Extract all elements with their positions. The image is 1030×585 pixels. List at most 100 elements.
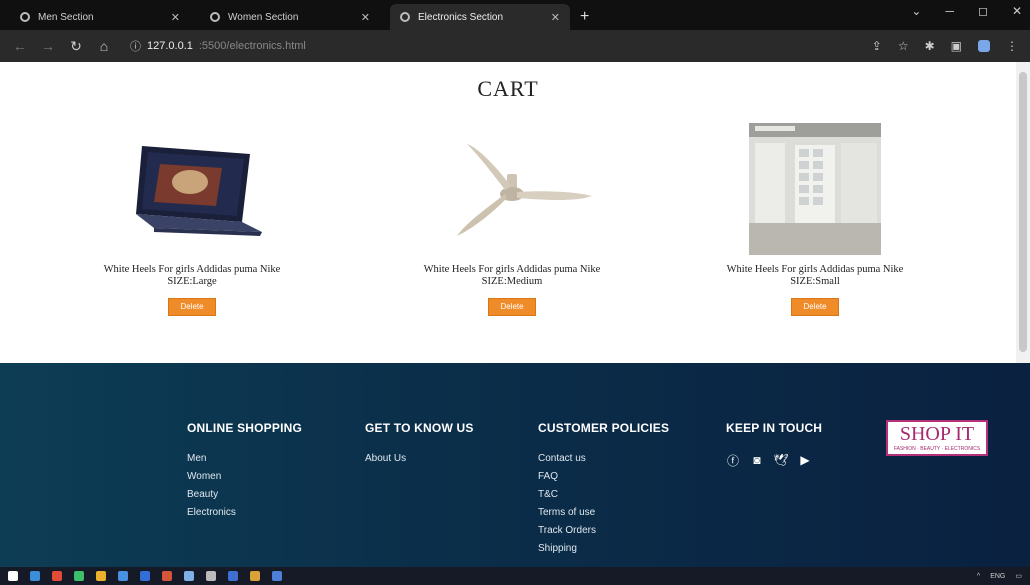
product-image-ceiling-fan: [397, 120, 627, 258]
info-icon[interactable]: ⓘ: [130, 38, 141, 54]
footer-link-faq[interactable]: FAQ: [538, 471, 669, 482]
edge-icon[interactable]: [118, 571, 128, 581]
facebook-icon[interactable]: ⓕ: [726, 453, 740, 468]
url-field[interactable]: ⓘ 127.0.0.1 :5500/electronics.html: [130, 38, 306, 54]
office-icon[interactable]: [162, 571, 172, 581]
page-title: CART: [477, 76, 539, 101]
close-tab-icon[interactable]: ✕: [171, 11, 180, 24]
product-description: White Heels For girls Addidas puma Nike: [103, 264, 281, 275]
bookmark-star-icon[interactable]: ☆: [898, 39, 909, 53]
forward-icon[interactable]: →: [40, 38, 56, 54]
footer-heading: KEEP IN TOUCH: [726, 421, 823, 435]
delete-button[interactable]: Delete: [168, 298, 216, 316]
delete-button[interactable]: Delete: [488, 298, 536, 316]
url-path: :5500/electronics.html: [198, 40, 306, 52]
url-host: 127.0.0.1: [147, 40, 193, 52]
minimize-button[interactable]: ─: [945, 4, 954, 18]
footer-link-women[interactable]: Women: [187, 471, 302, 482]
share-icon[interactable]: ⇪: [872, 39, 882, 53]
browser-tabbar: Men Section ✕ Women Section ✕ Electronic…: [0, 0, 1030, 30]
tab-label: Electronics Section: [418, 11, 504, 23]
social-icons: ⓕ ◙ 🕊 ▶: [726, 453, 822, 468]
shop-it-logo[interactable]: SHOP IT FASHION · BEAUTY · ELECTRONICS: [886, 420, 988, 456]
footer-online-shopping: ONLINE SHOPPING Men Women Beauty Electro…: [187, 421, 302, 525]
instagram-icon[interactable]: ◙: [750, 453, 764, 467]
delete-button[interactable]: Delete: [791, 298, 839, 316]
product-size: SIZE:Medium: [481, 276, 543, 287]
footer-customer-policies: CUSTOMER POLICIES Contact us FAQ T&C Ter…: [538, 421, 669, 561]
app-icon[interactable]: [228, 571, 238, 581]
cart-item: White Heels For girls Addidas puma Nike …: [700, 120, 930, 316]
product-image-room: [700, 120, 930, 258]
product-size: SIZE:Large: [167, 276, 217, 287]
footer-get-to-know: GET TO KNOW US About Us: [365, 421, 474, 471]
cart-item: White Heels For girls Addidas puma Nike …: [397, 120, 627, 316]
footer-heading: GET TO KNOW US: [365, 421, 474, 435]
globe-icon: [210, 12, 220, 22]
app-icon[interactable]: [250, 571, 260, 581]
os-taskbar: ^ ENG ▭: [0, 567, 1030, 585]
extensions-icon[interactable]: ✱: [925, 39, 935, 53]
site-footer: ONLINE SHOPPING Men Women Beauty Electro…: [0, 363, 1030, 567]
cart-page: CART White Heels For girls Addidas puma …: [0, 62, 1016, 363]
close-window-button[interactable]: ✕: [1012, 4, 1022, 18]
footer-link-men[interactable]: Men: [187, 453, 302, 464]
footer-link-track-orders[interactable]: Track Orders: [538, 525, 669, 536]
product-description: White Heels For girls Addidas puma Nike: [423, 264, 601, 275]
toolbar-icons: ⇪ ☆ ✱ ▣ ⋮: [872, 39, 1018, 53]
footer-link-shipping[interactable]: Shipping: [538, 543, 669, 554]
system-tray: ^ ENG ▭: [977, 572, 1022, 581]
window-controls: ⌄ ─ ◻ ✕: [911, 4, 1022, 18]
tab-men-section[interactable]: Men Section ✕: [10, 4, 190, 30]
logo-text: SHOP IT: [899, 423, 975, 445]
language-indicator[interactable]: ENG: [990, 573, 1005, 580]
maximize-button[interactable]: ◻: [978, 4, 988, 18]
search-icon[interactable]: [30, 571, 40, 581]
youtube-icon[interactable]: ▶: [798, 453, 812, 467]
new-tab-button[interactable]: +: [570, 4, 599, 30]
chevron-down-icon[interactable]: ⌄: [911, 4, 921, 18]
close-tab-icon[interactable]: ✕: [361, 11, 370, 24]
profile-avatar-icon[interactable]: [978, 40, 990, 52]
footer-link-tc[interactable]: T&C: [538, 489, 669, 500]
product-description: White Heels For girls Addidas puma Nike: [726, 264, 904, 275]
logo-subtext: FASHION · BEAUTY · ELECTRONICS: [893, 446, 981, 452]
page-scrollbar[interactable]: [1016, 62, 1030, 363]
reload-icon[interactable]: ↻: [68, 38, 84, 55]
footer-link-contact[interactable]: Contact us: [538, 453, 669, 464]
scrollbar-thumb[interactable]: [1019, 72, 1027, 352]
footer-heading: ONLINE SHOPPING: [187, 421, 303, 435]
tab-women-section[interactable]: Women Section ✕: [200, 4, 380, 30]
footer-link-beauty[interactable]: Beauty: [187, 489, 302, 500]
sidebar-icon[interactable]: ▣: [951, 39, 962, 53]
globe-icon: [400, 12, 410, 22]
product-image-laptop: [77, 120, 307, 258]
menu-kebab-icon[interactable]: ⋮: [1006, 39, 1018, 53]
product-size: SIZE:Small: [790, 276, 840, 287]
footer-link-electronics[interactable]: Electronics: [187, 507, 302, 518]
windows-start-icon[interactable]: [8, 571, 18, 581]
settings-icon[interactable]: [184, 571, 194, 581]
footer-keep-in-touch: KEEP IN TOUCH ⓕ ◙ 🕊 ▶: [726, 421, 823, 468]
notification-icon[interactable]: ▭: [1015, 572, 1022, 580]
folder-icon[interactable]: [96, 571, 106, 581]
github-icon[interactable]: [206, 571, 216, 581]
address-bar: ← → ↻ ⌂ ⓘ 127.0.0.1 :5500/electronics.htm…: [0, 30, 1030, 62]
whatsapp-icon[interactable]: [74, 571, 84, 581]
close-tab-icon[interactable]: ✕: [551, 11, 560, 24]
chevron-up-icon[interactable]: ^: [977, 573, 980, 580]
app-icon[interactable]: [272, 571, 282, 581]
vscode-icon[interactable]: [140, 571, 150, 581]
footer-link-about-us[interactable]: About Us: [365, 453, 474, 464]
tab-label: Women Section: [228, 11, 299, 23]
globe-icon: [20, 12, 30, 22]
footer-link-terms[interactable]: Terms of use: [538, 507, 669, 518]
tab-label: Men Section: [38, 11, 94, 23]
home-icon[interactable]: ⌂: [96, 38, 112, 54]
cart-item: White Heels For girls Addidas puma Nike …: [77, 120, 307, 316]
tab-electronics-section[interactable]: Electronics Section ✕: [390, 4, 570, 30]
twitter-icon[interactable]: 🕊: [773, 453, 788, 467]
chrome-icon[interactable]: [52, 571, 62, 581]
back-icon[interactable]: ←: [12, 38, 28, 54]
footer-heading: CUSTOMER POLICIES: [538, 421, 670, 435]
